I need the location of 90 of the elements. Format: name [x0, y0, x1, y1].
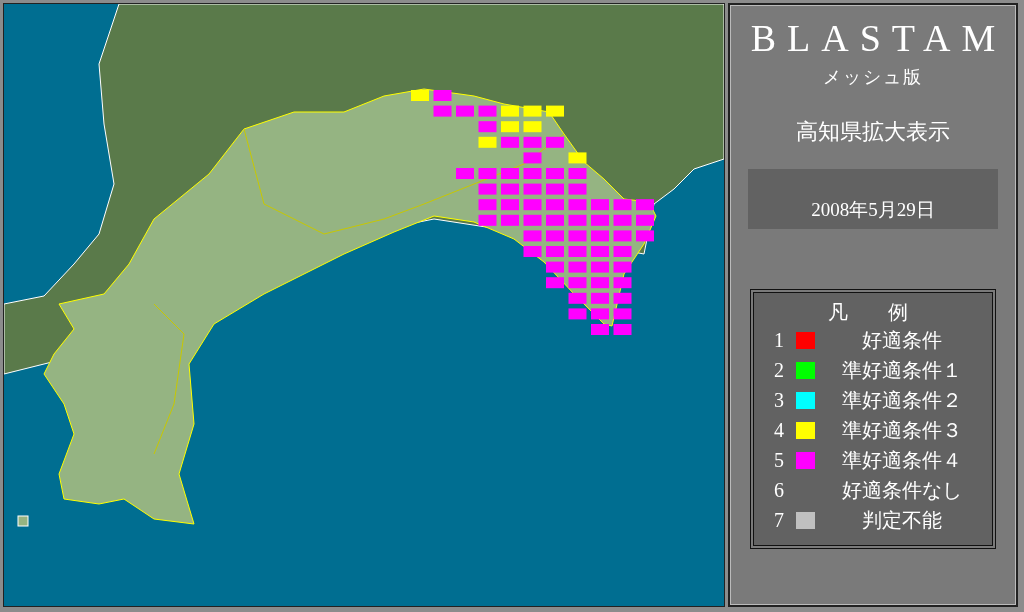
mesh-cell — [568, 199, 587, 211]
mesh-cell — [523, 136, 542, 148]
mesh-cell — [591, 292, 609, 304]
mesh-cell — [568, 277, 587, 289]
legend-label: 好適条件 — [861, 327, 943, 353]
mesh-cell — [478, 168, 497, 179]
mesh-cell — [501, 105, 519, 117]
mesh-cell — [523, 152, 542, 164]
mesh-cell — [478, 199, 497, 211]
legend-number: 6 — [774, 478, 785, 502]
mesh-cell — [568, 292, 587, 304]
mesh-cell — [568, 261, 587, 273]
mesh-cell — [546, 246, 564, 257]
legend-number: 2 — [774, 358, 785, 382]
mesh-cell — [591, 246, 609, 257]
mesh-cell — [501, 199, 519, 211]
legend-number: 1 — [774, 328, 785, 352]
mesh-cell — [546, 261, 564, 273]
legend-label: 準好適条件２ — [841, 387, 963, 413]
mesh-cell — [613, 277, 632, 289]
legend-number: 5 — [774, 448, 785, 472]
mesh-cell — [613, 230, 632, 242]
mesh-cell — [523, 246, 542, 257]
mesh-cell — [636, 230, 654, 242]
mesh-cell — [591, 261, 609, 273]
mesh-cell — [613, 324, 632, 335]
mesh-cell — [523, 105, 542, 117]
legend-number: 7 — [774, 508, 785, 532]
mesh-cell — [478, 121, 497, 133]
legend-number: 3 — [774, 388, 785, 412]
mesh-cell — [546, 105, 564, 117]
legend-label: 判定不能 — [861, 507, 943, 533]
mesh-cell — [591, 199, 609, 211]
mesh-cell — [568, 246, 587, 257]
mesh-cell — [591, 308, 609, 320]
mesh-cell — [478, 183, 497, 195]
mesh-cell — [456, 105, 474, 117]
mesh-cell — [591, 324, 609, 335]
date-display: 2008年5月29日 — [748, 169, 998, 229]
mesh-cell — [546, 199, 564, 211]
mesh-cell — [613, 261, 632, 273]
mesh-cell — [433, 90, 452, 101]
mesh-cell — [591, 277, 609, 289]
mesh-cell — [568, 214, 587, 226]
mesh-cell — [501, 136, 519, 148]
mesh-cell — [546, 214, 564, 226]
mesh-cell — [478, 136, 497, 148]
mesh-cell — [568, 308, 587, 320]
view-label: 高知県拡大表示 — [796, 118, 950, 146]
mesh-cell — [546, 168, 564, 179]
mesh-cell — [613, 292, 632, 304]
mesh-cell — [591, 230, 609, 242]
mesh-cell — [546, 230, 564, 242]
mesh-cell — [568, 183, 587, 195]
mesh-cell — [636, 199, 654, 211]
legend-label: 準好適条件１ — [841, 357, 963, 383]
mesh-cell — [591, 214, 609, 226]
mesh-cell — [523, 214, 542, 226]
mesh-cell — [411, 90, 429, 101]
legend-label: 準好適条件４ — [841, 447, 963, 473]
mesh-cell — [433, 105, 452, 117]
mesh-cell — [546, 277, 564, 289]
legend-label: 好適条件なし — [841, 477, 963, 503]
mesh-cell — [523, 121, 542, 133]
mesh-cell — [613, 246, 632, 257]
mesh-cell — [546, 183, 564, 195]
mesh-cell — [568, 230, 587, 242]
mesh-cell — [523, 230, 542, 242]
mesh-cell — [456, 168, 474, 179]
legend-label: 準好適条件３ — [841, 417, 963, 443]
mesh-cell — [478, 214, 497, 226]
mesh-cell — [501, 183, 519, 195]
mesh-cell — [568, 152, 587, 164]
mesh-cell — [636, 214, 654, 226]
mesh-cell — [613, 199, 632, 211]
mesh-cell — [613, 214, 632, 226]
mesh-cell — [478, 105, 497, 117]
mesh-cell — [613, 308, 632, 320]
legend-title: 凡 例 — [828, 300, 909, 325]
app-subtitle: メッシュ版 — [823, 66, 923, 89]
mesh-cell — [523, 199, 542, 211]
mesh-cell — [501, 121, 519, 133]
mesh-cell — [501, 214, 519, 226]
mesh-cell — [546, 136, 564, 148]
legend-number: 4 — [774, 418, 785, 442]
mesh-cell — [568, 168, 587, 179]
app-title: BLASTAM — [750, 17, 1007, 59]
mesh-cell — [523, 183, 542, 195]
mesh-cell — [501, 168, 519, 179]
mesh-cell — [523, 168, 542, 179]
